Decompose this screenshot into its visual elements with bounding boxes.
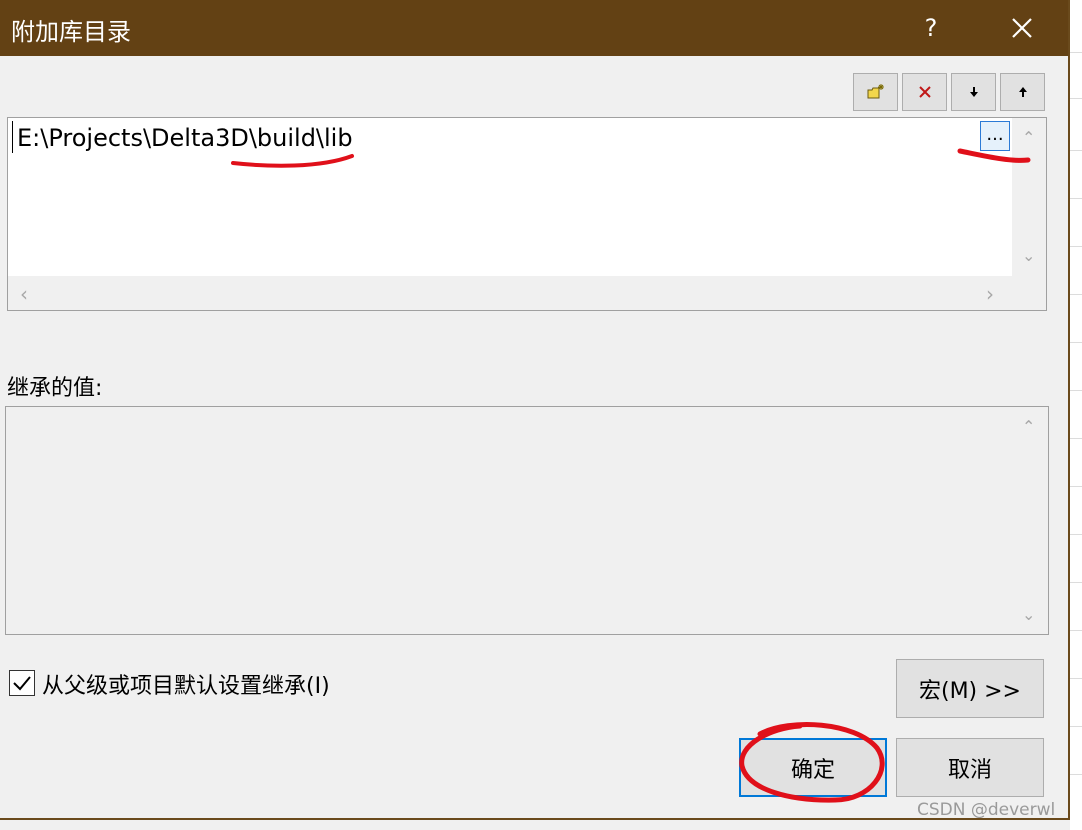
- ok-button[interactable]: 确定: [739, 738, 887, 797]
- browse-button[interactable]: ...: [980, 121, 1010, 151]
- new-line-icon: [867, 84, 884, 99]
- inherit-checkbox[interactable]: [9, 670, 35, 696]
- help-button[interactable]: ?: [916, 8, 946, 48]
- delete-icon: [918, 86, 931, 98]
- scroll-up-icon[interactable]: ⌃: [1022, 128, 1035, 147]
- scroll-down-icon[interactable]: ⌄: [1022, 605, 1035, 624]
- inherit-checkbox-label[interactable]: 从父级或项目默认设置继承(I): [42, 668, 330, 700]
- vertical-scrollbar[interactable]: ⌃ ⌄: [1012, 118, 1046, 276]
- inherited-values-list: ⌃ ⌄: [5, 406, 1049, 635]
- scroll-right-icon[interactable]: ›: [986, 282, 994, 306]
- move-down-button[interactable]: [951, 73, 996, 111]
- move-down-icon: [969, 87, 978, 97]
- move-up-button[interactable]: [1000, 73, 1045, 111]
- title-bar: 附加库目录 ?: [0, 0, 1068, 56]
- close-icon: [1012, 18, 1032, 38]
- move-up-icon: [1018, 87, 1027, 97]
- scroll-up-icon[interactable]: ⌃: [1022, 417, 1035, 436]
- inherited-values-label: 继承的值:: [7, 376, 103, 401]
- additional-library-directories-dialog: 附加库目录 ? E:\Projects\Delta3D\build\lib ..…: [0, 0, 1070, 820]
- cancel-button[interactable]: 取消: [896, 738, 1044, 797]
- horizontal-scrollbar[interactable]: ‹ ›: [8, 276, 1046, 310]
- directory-entry[interactable]: E:\Projects\Delta3D\build\lib: [12, 121, 353, 153]
- new-line-button[interactable]: [853, 73, 898, 111]
- scroll-left-icon[interactable]: ‹: [20, 282, 28, 306]
- delete-button[interactable]: [902, 73, 947, 111]
- close-button[interactable]: [1002, 8, 1042, 48]
- background-sheet: [1070, 0, 1082, 830]
- library-directory-list[interactable]: E:\Projects\Delta3D\build\lib ... ⌃ ⌄ ‹ …: [7, 117, 1047, 311]
- scroll-down-icon[interactable]: ⌄: [1022, 246, 1035, 265]
- watermark: CSDN @deverwl: [917, 800, 1056, 820]
- checkmark-icon: [13, 676, 31, 691]
- macros-button[interactable]: 宏(M) >>: [896, 659, 1044, 718]
- dialog-title: 附加库目录: [11, 18, 131, 46]
